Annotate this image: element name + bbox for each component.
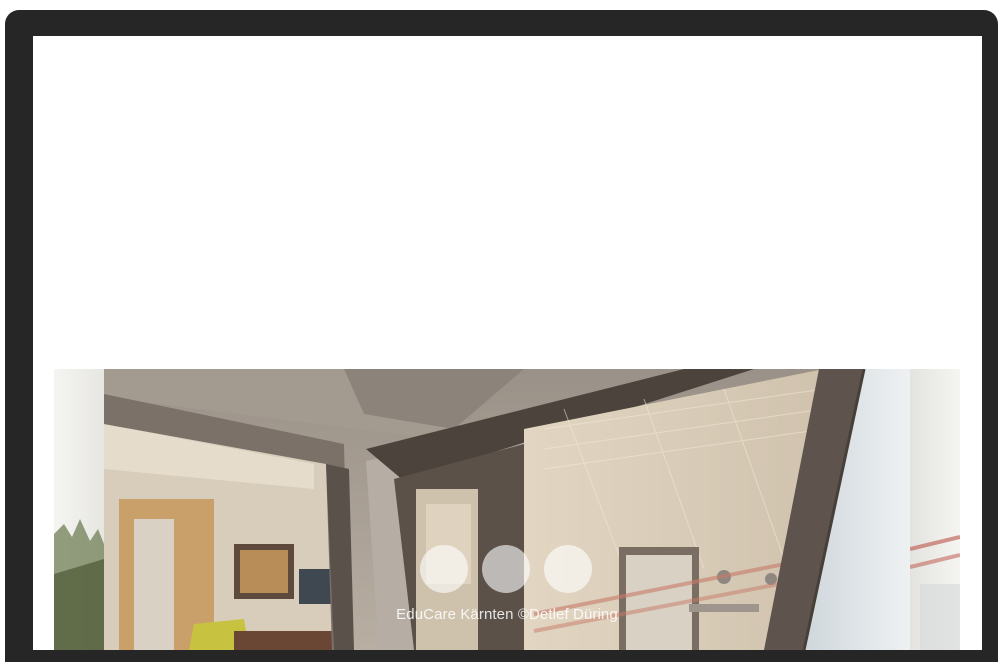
image-slider[interactable]: EduCare Kärnten ©Detlef Düring bbox=[54, 369, 960, 650]
slider-pagination bbox=[420, 545, 592, 593]
device-frame: EduCare Kärnten ©Detlef Düring bbox=[5, 10, 998, 662]
slide-dot-2[interactable] bbox=[482, 545, 530, 593]
slide-dot-1[interactable] bbox=[420, 545, 468, 593]
browser-viewport: EduCare Kärnten ©Detlef Düring bbox=[33, 36, 982, 650]
slide-dot-3[interactable] bbox=[544, 545, 592, 593]
photo-credit: EduCare Kärnten ©Detlef Düring bbox=[396, 606, 618, 623]
